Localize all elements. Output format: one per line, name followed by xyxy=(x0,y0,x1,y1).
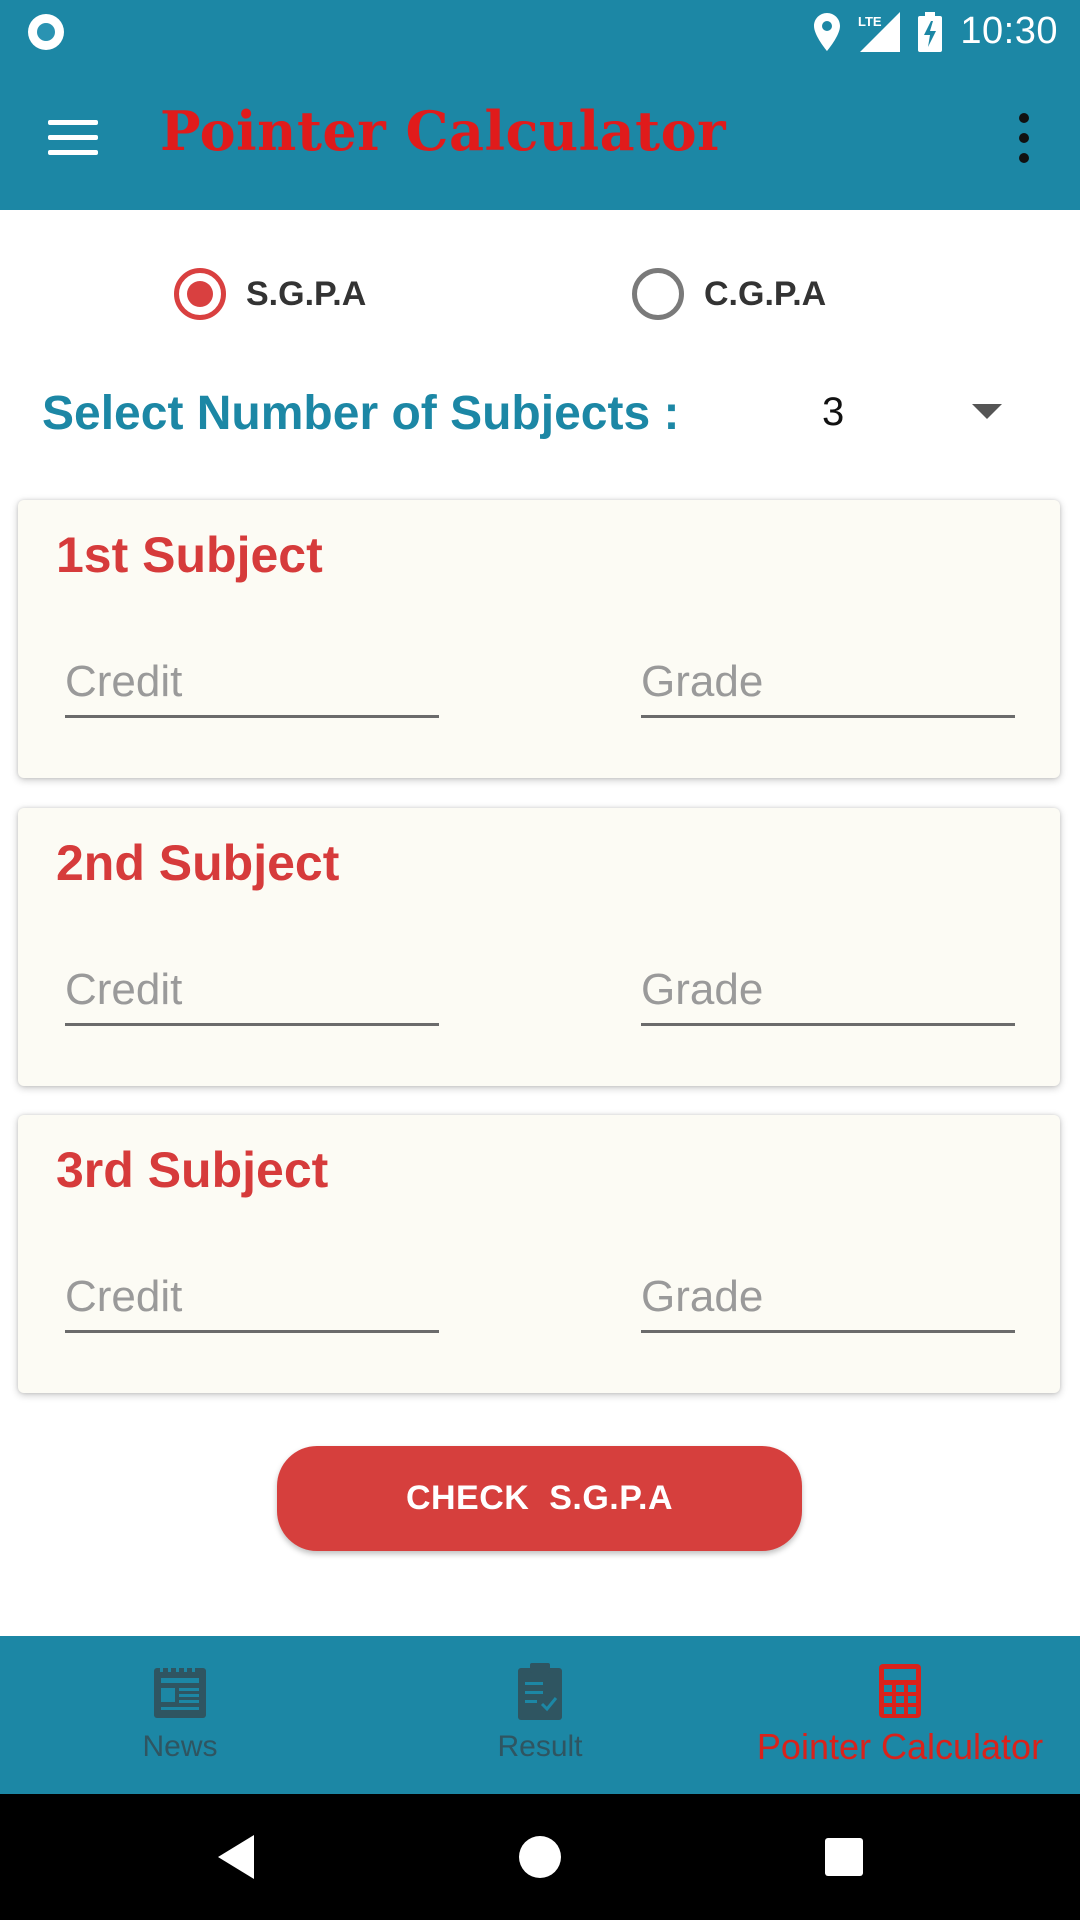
system-navigation-bar xyxy=(0,1794,1080,1920)
clipboard-check-icon xyxy=(518,1663,562,1720)
subjects-count-dropdown[interactable]: 3 xyxy=(800,380,1020,450)
nav-item-pointer-calculator[interactable]: Pointer Calculator xyxy=(720,1636,1080,1794)
radio-cgpa-label: C.G.P.A xyxy=(704,274,827,313)
status-icons: LTE 10:30 xyxy=(814,0,1058,63)
subjects-count-value: 3 xyxy=(822,390,845,434)
subject-title: 2nd Subject xyxy=(56,835,340,891)
hamburger-icon-line xyxy=(48,119,98,125)
grade-input[interactable] xyxy=(641,648,1015,715)
menu-button[interactable] xyxy=(36,107,108,167)
radio-sgpa[interactable]: S.G.P.A xyxy=(174,268,366,320)
lte-signal-icon: LTE xyxy=(858,11,901,52)
credit-input[interactable] xyxy=(65,648,439,715)
sync-status-icon xyxy=(28,14,64,50)
more-vert-icon-dot xyxy=(1019,133,1029,143)
system-home-button[interactable] xyxy=(480,1794,600,1920)
grade-field xyxy=(641,956,1015,1026)
dropdown-arrow-icon xyxy=(972,404,1002,419)
svg-text:LTE: LTE xyxy=(858,14,882,29)
system-recents-button[interactable] xyxy=(784,1794,904,1920)
subjects-selector-label: Select Number of Subjects : xyxy=(42,387,680,440)
credit-field xyxy=(65,1263,439,1333)
nav-label-result: Result xyxy=(497,1730,583,1763)
credit-input[interactable] xyxy=(65,956,439,1023)
nav-label-pointer-calculator: Pointer Calculator xyxy=(756,1726,1044,1767)
subjects-selector-row: Select Number of Subjects : 3 xyxy=(0,380,1080,450)
radio-sgpa-label: S.G.P.A xyxy=(246,274,367,313)
news-icon xyxy=(154,1664,206,1718)
radio-checked-icon xyxy=(174,268,226,320)
nav-item-news[interactable]: News xyxy=(0,1636,360,1794)
battery-charging-icon xyxy=(918,11,943,52)
app-bar: Pointer Calculator xyxy=(0,63,1080,210)
subject-card: 1st Subject xyxy=(18,500,1060,778)
subject-card: 3rd Subject xyxy=(18,1115,1060,1393)
radio-unchecked-icon xyxy=(632,268,684,320)
more-vert-icon-dot xyxy=(1019,113,1029,123)
hamburger-icon-line xyxy=(48,134,98,140)
status-bar: LTE 10:30 xyxy=(0,0,1080,63)
back-triangle-icon xyxy=(218,1835,254,1879)
subject-card: 2nd Subject xyxy=(18,808,1060,1086)
home-circle-icon xyxy=(519,1836,561,1878)
status-time: 10:30 xyxy=(960,10,1058,52)
credit-field xyxy=(65,648,439,718)
grade-field xyxy=(641,648,1015,718)
location-icon xyxy=(814,12,841,51)
hamburger-icon-line xyxy=(48,149,98,155)
check-sgpa-button[interactable]: CHECK S.G.P.A xyxy=(277,1446,802,1551)
bottom-navigation: News Result Pointer Calculator xyxy=(0,1636,1080,1794)
subject-title: 1st Subject xyxy=(56,527,323,583)
calculator-icon xyxy=(879,1664,921,1718)
grade-field xyxy=(641,1263,1015,1333)
grade-input[interactable] xyxy=(641,1263,1015,1330)
overflow-menu-button[interactable] xyxy=(994,103,1054,173)
nav-label-news: News xyxy=(142,1730,218,1763)
grade-input[interactable] xyxy=(641,956,1015,1023)
credit-field xyxy=(65,956,439,1026)
nav-item-result[interactable]: Result xyxy=(360,1636,720,1794)
subject-title: 3rd Subject xyxy=(56,1142,329,1198)
mode-radio-group: S.G.P.A C.G.P.A xyxy=(0,262,1080,326)
more-vert-icon-dot xyxy=(1019,153,1029,163)
credit-input[interactable] xyxy=(65,1263,439,1330)
app-title: Pointer Calculator xyxy=(160,99,727,163)
system-back-button[interactable] xyxy=(176,1794,296,1920)
radio-cgpa[interactable]: C.G.P.A xyxy=(632,268,826,320)
recents-square-icon xyxy=(825,1838,863,1876)
